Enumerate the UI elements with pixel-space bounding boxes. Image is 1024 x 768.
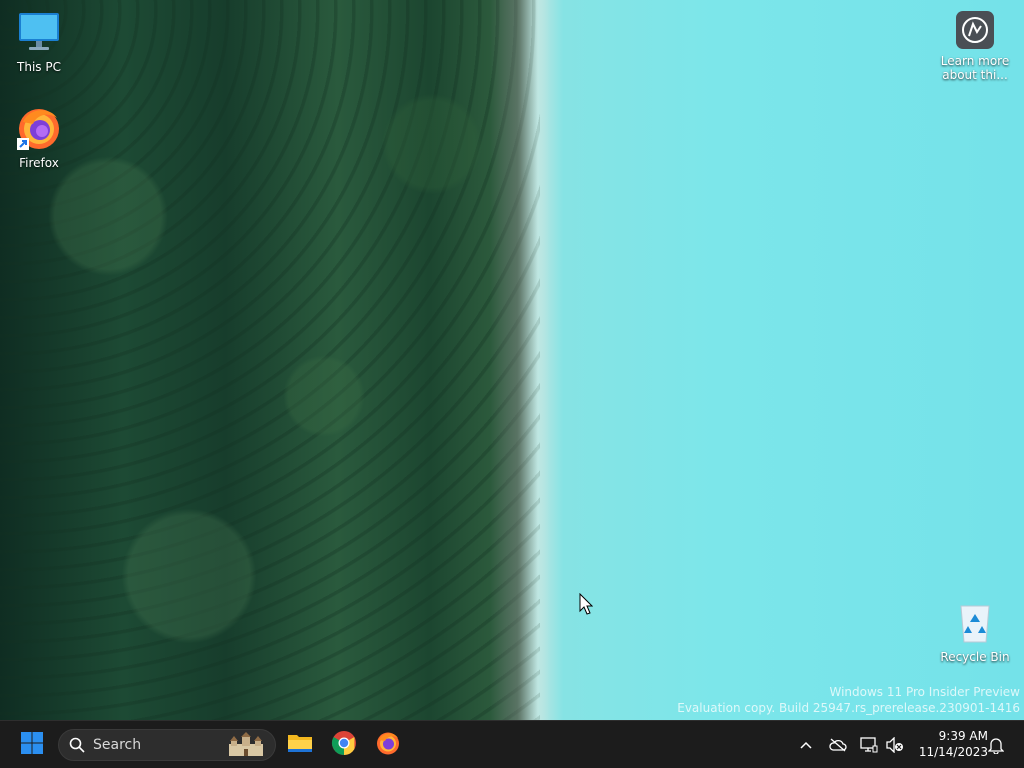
show-hidden-icons-button[interactable]: [794, 733, 818, 757]
forest-wallpaper-texture: [0, 0, 540, 720]
taskbar-chrome[interactable]: [324, 725, 364, 765]
watermark-edition: Windows 11 Pro Insider Preview: [829, 685, 1020, 699]
bell-icon: [988, 736, 1004, 754]
windows-watermark: Windows 11 Pro Insider Preview Evaluatio…: [677, 684, 1020, 716]
taskbar-firefox[interactable]: [368, 725, 408, 765]
monitor-icon: [15, 8, 63, 56]
desktop-icon-label: Firefox: [19, 156, 59, 170]
tray-volume[interactable]: [883, 733, 907, 757]
windows-logo-icon: [20, 731, 44, 759]
firefox-icon: [15, 104, 63, 152]
taskbar-file-explorer[interactable]: [280, 725, 320, 765]
search-placeholder: Search: [93, 737, 142, 753]
speaker-muted-icon: [886, 737, 904, 753]
desktop-icon-label: This PC: [17, 60, 61, 74]
learn-more-icon: [955, 10, 995, 50]
desktop-icon-label: Recycle Bin: [940, 650, 1010, 664]
notifications-button[interactable]: [984, 733, 1008, 757]
desktop-icon-this-pc[interactable]: This PC: [0, 8, 78, 74]
tray-onedrive[interactable]: [826, 733, 850, 757]
search-highlight-castle-icon: [225, 732, 267, 758]
cloud-offline-icon: [829, 738, 847, 752]
firefox-icon: [375, 730, 401, 760]
taskbar: Search 9:39 AM 11/14/2023: [0, 720, 1024, 768]
desktop-icon-learn-more[interactable]: Learn more about thi...: [936, 10, 1014, 82]
start-button[interactable]: [12, 725, 52, 765]
clock-date: 11/14/2023: [918, 745, 988, 759]
desktop-icon-firefox[interactable]: Firefox: [0, 104, 78, 170]
clock-time: 9:39 AM: [938, 729, 988, 743]
desktop-wallpaper: This PC Firefox Learn more about thi... …: [0, 0, 1024, 720]
desktop-icon-recycle-bin[interactable]: Recycle Bin: [936, 598, 1014, 664]
search-icon: [69, 737, 85, 753]
mouse-cursor-icon: [579, 593, 593, 615]
taskbar-search-box[interactable]: Search: [58, 729, 276, 761]
chevron-up-icon: [800, 741, 812, 749]
recycle-bin-icon: [951, 598, 999, 646]
tray-network[interactable]: [857, 733, 881, 757]
desktop-icon-label: Learn more about thi...: [940, 54, 1010, 82]
chrome-icon: [331, 730, 357, 760]
shoreline: [490, 0, 550, 720]
taskbar-clock[interactable]: 9:39 AM 11/14/2023: [912, 728, 988, 760]
watermark-build: Evaluation copy. Build 25947.rs_prerelea…: [677, 701, 1020, 715]
network-monitor-icon: [860, 737, 878, 753]
folder-icon: [287, 731, 313, 759]
